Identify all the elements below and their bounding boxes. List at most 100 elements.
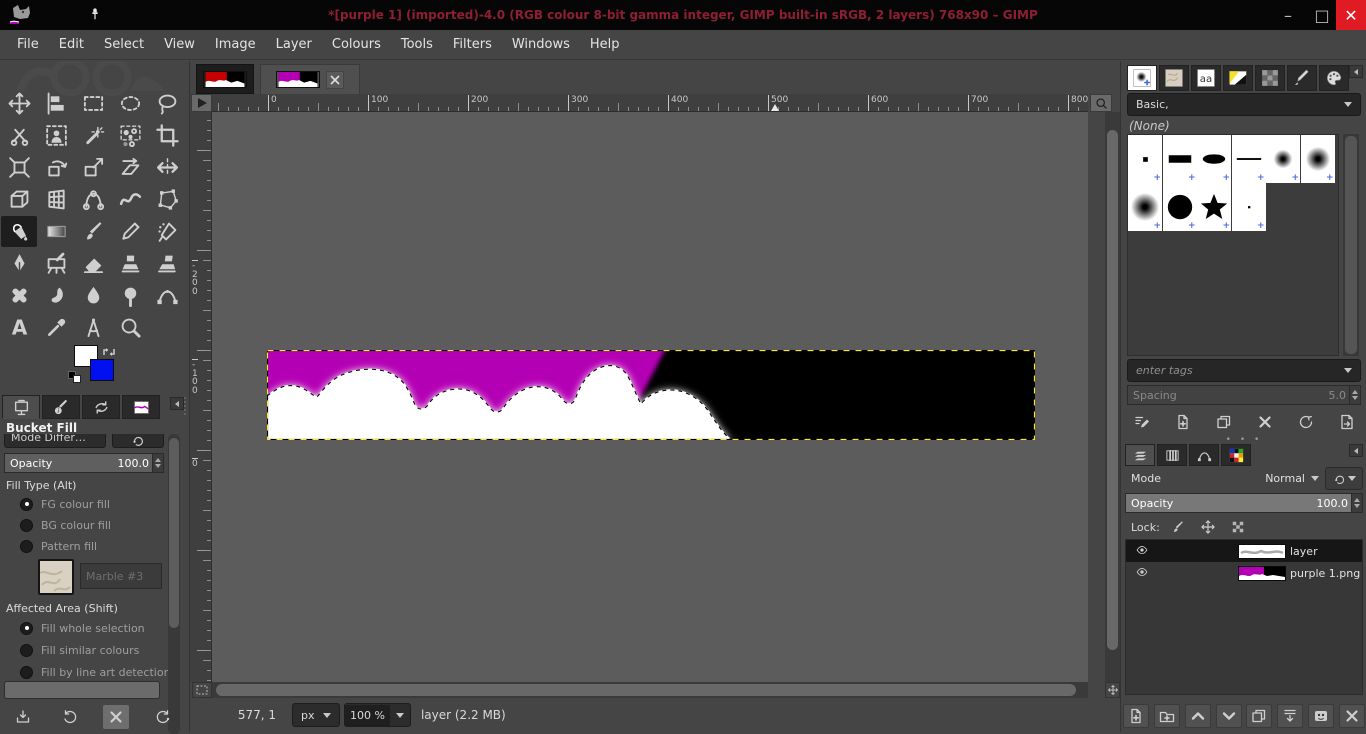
layers-menu-button[interactable]	[1349, 444, 1363, 457]
layer-opacity-slider[interactable]: Opacity 100.0	[1125, 493, 1363, 513]
maximize-button[interactable]: □	[1306, 0, 1338, 30]
tool-options-save-preset-button[interactable]	[10, 705, 36, 729]
menu-edit[interactable]: Edit	[50, 33, 93, 56]
minimize-button[interactable]: –	[1270, 0, 1306, 30]
dock-tab-palettes[interactable]	[1255, 65, 1285, 91]
brush-delete-x-button[interactable]	[1252, 410, 1278, 434]
close-button[interactable]: ✕	[1336, 0, 1366, 30]
tab-close-button[interactable]	[326, 71, 344, 89]
swap-colors-icon[interactable]	[102, 343, 116, 355]
tool-free-select[interactable]	[149, 88, 185, 119]
layer-new-group-button[interactable]	[1154, 704, 1180, 728]
dock-tab-patterns[interactable]	[1159, 65, 1189, 91]
brush-spacing-slider[interactable]: Spacing 5.0	[1127, 385, 1361, 405]
left-dock-tab-image-thumbnail[interactable]	[122, 395, 160, 419]
tool-paintbrush[interactable]	[75, 216, 111, 247]
tool-perspective[interactable]	[1, 184, 37, 215]
menu-windows[interactable]: Windows	[503, 33, 579, 56]
image-tab-purple-active[interactable]	[260, 64, 360, 94]
brush-br-star[interactable]: +	[1197, 183, 1231, 231]
tool-ink[interactable]	[1, 248, 37, 279]
tool-options-delete-x-button[interactable]	[103, 705, 129, 729]
menu-file[interactable]: File	[8, 33, 48, 56]
tool-handle-transform[interactable]	[75, 184, 111, 215]
tool-rectangle-select[interactable]	[75, 88, 111, 119]
dock-tab-palette[interactable]	[1319, 65, 1349, 91]
menu-image[interactable]: Image	[206, 33, 265, 56]
tool-scissors[interactable]	[1, 120, 37, 151]
layer-merge-down-button[interactable]	[1277, 704, 1303, 728]
paint-mode-combo[interactable]: Mode Differ…	[4, 434, 106, 448]
layer-row-1[interactable]: purple 1.png	[1126, 562, 1362, 584]
brush-br-line[interactable]: +	[1232, 135, 1266, 183]
quick-mask-button[interactable]	[192, 682, 212, 698]
tool-dodge-burn[interactable]	[112, 280, 148, 311]
pattern-name-field[interactable]: Marble #3	[80, 563, 162, 589]
layer-raise-button[interactable]	[1185, 704, 1211, 728]
affected-option-2[interactable]: Fill by line art detection	[20, 663, 171, 681]
dock-grip[interactable]	[184, 397, 188, 415]
affected-option-0[interactable]: Fill whole selection	[20, 619, 145, 637]
tool-scale[interactable]	[75, 152, 111, 183]
lock-paintbrush-button[interactable]	[1166, 517, 1190, 537]
canvas-viewport[interactable]	[212, 112, 1088, 682]
brushes-menu-button[interactable]	[1349, 65, 1363, 78]
layers-dock-tab-layers[interactable]	[1125, 444, 1155, 466]
pin-icon[interactable]	[88, 6, 102, 24]
fill-option-2[interactable]: Pattern fill	[20, 537, 97, 555]
left-dock-tab-undo-history[interactable]	[82, 395, 120, 419]
left-dock-tab-tool-options[interactable]	[2, 395, 40, 419]
layer-delete-x-button[interactable]	[1339, 704, 1365, 728]
tool-blur[interactable]	[75, 280, 111, 311]
layers-dock-tab-colormap[interactable]	[1221, 444, 1251, 466]
vertical-scrollbar[interactable]	[1105, 112, 1120, 682]
brush-edit-brush-button[interactable]	[1129, 410, 1155, 434]
tool-3d-transform[interactable]	[38, 184, 74, 215]
dock-menu-button[interactable]	[170, 397, 184, 410]
brush-br-ellipse[interactable]: +	[1197, 135, 1231, 183]
background-color-swatch[interactable]	[90, 359, 114, 381]
ruler-corner-button[interactable]	[191, 94, 212, 112]
dock-tab-mypaint-brushes[interactable]	[1287, 65, 1317, 91]
zoom-chevron[interactable]	[390, 713, 410, 718]
dock-tab-gradients[interactable]	[1223, 65, 1253, 91]
layer-lower-button[interactable]	[1216, 704, 1242, 728]
brush-new-doc-button[interactable]	[1170, 410, 1196, 434]
lock-lock-alpha-button[interactable]	[1226, 517, 1250, 537]
brush-duplicate-button[interactable]	[1211, 410, 1237, 434]
menu-filters[interactable]: Filters	[444, 33, 501, 56]
tool-heal[interactable]	[1, 280, 37, 311]
tool-measure[interactable]	[75, 312, 111, 343]
tool-eraser[interactable]	[75, 248, 111, 279]
brush-open-image-button[interactable]	[1334, 410, 1360, 434]
tool-select-by-color[interactable]	[112, 120, 148, 151]
tool-shear[interactable]	[112, 152, 148, 183]
navigation-button[interactable]	[1105, 682, 1120, 698]
tool-ellipse-select[interactable]	[112, 88, 148, 119]
mode-switch-button[interactable]	[112, 434, 164, 448]
tool-options-scrollbar[interactable]	[168, 434, 180, 734]
image-tab-red[interactable]	[196, 64, 254, 94]
brush-list-scrollbar[interactable]	[1343, 134, 1359, 356]
layers-dock-tab-paths-tab[interactable]	[1189, 444, 1219, 466]
layers-dock-tab-channels[interactable]	[1157, 444, 1187, 466]
brush-tags-input[interactable]: enter tags	[1127, 359, 1361, 382]
unit-combo[interactable]: px	[292, 703, 340, 727]
tool-foreground-select[interactable]	[38, 120, 74, 151]
fill-option-1[interactable]: BG colour fill	[20, 516, 111, 534]
layer-new-doc-button[interactable]	[1123, 704, 1149, 728]
fill-option-0[interactable]: FG colour fill	[20, 495, 110, 513]
visibility-eye-icon[interactable]	[1134, 566, 1154, 581]
tool-opacity-slider[interactable]: Opacity 100.0	[4, 453, 164, 473]
layer-mode-switch-button[interactable]	[1325, 467, 1363, 490]
brush-filter-combo[interactable]: Basic,	[1127, 93, 1361, 116]
brush-br-fuzzy[interactable]: +	[1266, 135, 1300, 183]
layer-opacity-spinner[interactable]	[1351, 494, 1362, 512]
tool-unified-transform[interactable]	[1, 152, 37, 183]
tool-crop[interactable]	[149, 120, 185, 151]
visibility-eye-icon[interactable]	[1134, 544, 1154, 559]
zoom-combo[interactable]: 100 %	[344, 703, 411, 727]
vertical-ruler[interactable]: -200-1000	[190, 112, 212, 682]
affected-option-1[interactable]: Fill similar colours	[20, 641, 139, 659]
lock-move-button[interactable]	[1196, 517, 1220, 537]
